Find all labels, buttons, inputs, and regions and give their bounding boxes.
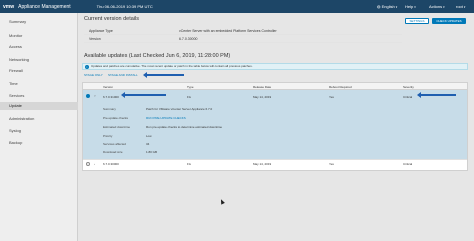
detail-download-value: 1.80 GB [146, 150, 158, 154]
header-datetime: Thu 06-06-2019 10:39 PM UTC [96, 4, 153, 9]
user-menu[interactable]: root▾ [456, 4, 465, 9]
column-header-type[interactable]: Type [187, 85, 194, 89]
detail-priority-label: Priority [103, 134, 113, 138]
sidebar-item-time[interactable]: Time [9, 81, 18, 86]
chevron-down-icon[interactable]: ˅ [94, 94, 96, 98]
column-header-release-date[interactable]: Release Date [253, 85, 271, 89]
version-value: 6.7.0.30000 [179, 37, 198, 41]
sidebar-item-syslog[interactable]: Syslog [9, 128, 21, 133]
grid-header: Version Type Release Date Reboot Require… [83, 83, 467, 90]
current-version-title: Current version details [84, 16, 140, 22]
chevron-right-icon[interactable]: › [94, 162, 95, 166]
detail-download-label: Download size [103, 150, 123, 154]
actions-menu[interactable]: Actions▾ [429, 4, 445, 9]
help-menu[interactable]: Help▾ [405, 4, 416, 9]
annotation-arrow [121, 92, 166, 98]
sidebar-item-access[interactable]: Access [9, 44, 22, 49]
detail-downtime-label: Estimated downtime [103, 125, 131, 129]
table-row-selected[interactable]: ˅ 6.7.0.31000 Fix May 14, 2019 Yes Criti… [83, 90, 467, 159]
annotation-arrow [417, 92, 456, 98]
sidebar-item-monitor[interactable]: Monitor [9, 33, 22, 38]
version-label: Version [89, 37, 101, 41]
stage-only-link[interactable]: STAGE ONLY [84, 73, 103, 77]
row-type: Fix [187, 162, 191, 166]
mouse-cursor-icon [219, 198, 225, 205]
appliance-type-label: Appliance Type [89, 29, 113, 33]
sidebar: Summary Monitor Access Networking Firewa… [0, 13, 78, 241]
table-row[interactable]: › 6.7.0.30000 Fix May 14, 2019 Yes Criti… [83, 159, 467, 167]
row-release-date: May 14, 2019 [253, 162, 272, 166]
chevron-down-icon: ▾ [395, 5, 398, 9]
column-header-severity[interactable]: Severity [403, 85, 414, 89]
sidebar-item-firewall[interactable]: Firewall [9, 68, 23, 73]
row-reboot-required: Yes [329, 162, 334, 166]
run-prechecks-link[interactable]: RUN PRE-UPDATE CHECKS [146, 116, 186, 120]
detail-summary-value: Patch for VMware vCenter Server Applianc… [146, 107, 213, 111]
chevron-down-icon: ▾ [443, 5, 445, 9]
vmware-logo: vmw [3, 3, 15, 10]
chevron-down-icon: ▾ [414, 5, 416, 9]
sidebar-item-networking[interactable]: Networking [9, 57, 29, 62]
detail-priority-value: Low [146, 134, 152, 138]
available-updates-title: Available updates (Last Checked Jun 6, 2… [84, 53, 231, 59]
detail-prechecks-label: Pre-update checks [103, 116, 129, 120]
info-icon: i [85, 65, 89, 69]
chevron-down-icon: ▾ [463, 5, 466, 9]
row-release-date: May 14, 2019 [253, 95, 272, 99]
row-reboot-required: Yes [329, 95, 334, 99]
row-severity: Critical [403, 162, 413, 166]
sidebar-item-summary[interactable]: Summary [9, 19, 26, 24]
detail-summary-label: Summary [103, 107, 116, 111]
language-menu[interactable]: ◍ English▾ [377, 4, 397, 9]
appliance-type-value: vCenter Server with an embedded Platform… [179, 29, 277, 33]
stage-and-install-link[interactable]: STAGE AND INSTALL [108, 73, 138, 77]
settings-button[interactable]: SETTINGS [405, 18, 429, 24]
sidebar-item-backup[interactable]: Backup [9, 140, 22, 145]
check-updates-button[interactable]: CHECK UPDATES [432, 18, 466, 24]
row-select-radio[interactable] [86, 94, 90, 98]
column-header-version[interactable]: Version [103, 85, 113, 89]
info-banner: i Updates and patches are cumulative. Th… [82, 63, 468, 70]
annotation-arrow [143, 72, 184, 78]
app-title: Appliance Management [18, 3, 71, 10]
detail-services-value: 34 [146, 142, 150, 146]
row-version: 6.7.0.30000 [103, 162, 119, 166]
row-type: Fix [187, 95, 191, 99]
top-header-bar: vmw Appliance Management Thu 06-06-2019 … [0, 0, 474, 13]
row-version: 6.7.0.31000 [103, 95, 119, 99]
row-severity: Critical [403, 95, 413, 99]
sidebar-item-services[interactable]: Services [9, 93, 24, 98]
globe-icon: ◍ [377, 4, 381, 9]
sidebar-item-administration[interactable]: Administration [9, 116, 34, 121]
version-row: Appliance Type vCenter Server with an em… [84, 28, 402, 35]
row-select-radio[interactable] [86, 162, 90, 166]
sidebar-item-update[interactable]: Update [0, 102, 78, 110]
info-banner-text: Updates and patches are cumulative. The … [91, 64, 253, 68]
column-header-reboot-required[interactable]: Reboot Required [329, 85, 352, 89]
detail-downtime-value: Run pre-update checks to determine estim… [146, 125, 223, 129]
version-row: Version 6.7.0.30000 [84, 36, 402, 43]
detail-services-label: Services affected [103, 142, 126, 146]
